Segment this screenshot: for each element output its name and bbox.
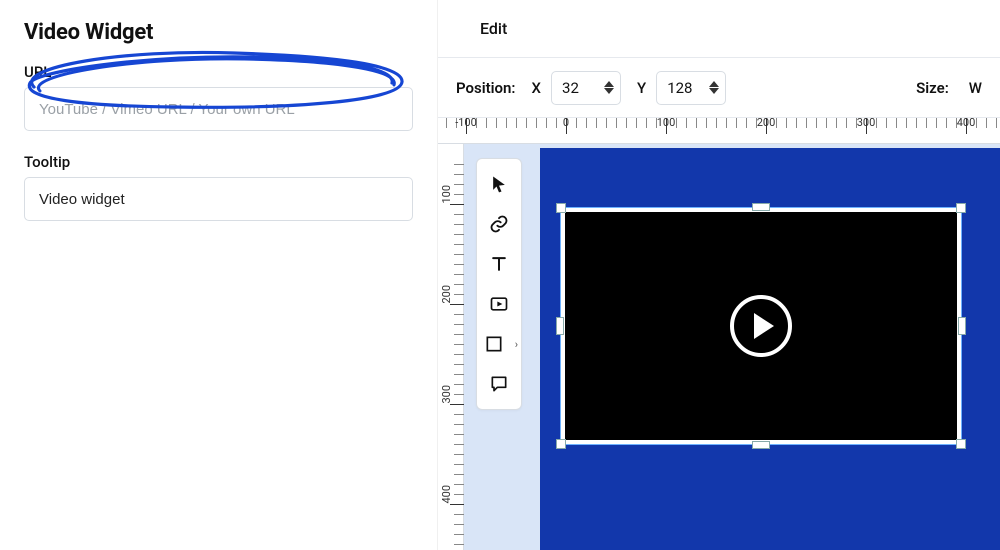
cursor-icon [489,174,509,194]
canvas[interactable]: -1000100200300400 100200300400 [438,118,1000,550]
resize-handle-bm[interactable] [752,441,770,449]
properties-bar: Position: X 32 Y 128 Size: W [438,58,1000,118]
ruler-horizontal: -1000100200300400 [438,118,1000,144]
w-axis-label: W [969,79,982,97]
x-value: 32 [562,79,579,97]
x-axis-label: X [532,79,541,97]
url-label: URL [24,63,413,81]
video-icon [489,294,509,314]
video-widget-panel: Video Widget URL Tooltip [0,0,438,550]
panel-title: Video Widget [24,20,413,45]
url-field-group: URL [24,63,413,131]
url-input[interactable] [24,87,413,131]
toolbox: › [476,158,522,410]
y-input[interactable]: 128 [656,71,726,105]
resize-handle-br[interactable] [956,439,966,449]
size-label: Size: [916,79,949,97]
resize-handle-tr[interactable] [956,203,966,213]
link-icon [489,214,509,234]
play-triangle-icon [754,313,774,339]
tool-link[interactable] [482,205,516,243]
tool-video[interactable] [482,285,516,323]
play-icon[interactable] [730,295,792,357]
x-input[interactable]: 32 [551,71,621,105]
tooltip-label: Tooltip [24,153,413,171]
ruler-vertical: 100200300400 [438,144,464,550]
comment-icon [489,374,509,394]
editor: Edit Position: X 32 Y 128 Size: [438,0,1000,550]
position-label: Position: [456,79,516,97]
chevron-up-icon[interactable] [709,81,719,87]
tool-shape[interactable]: › [478,325,520,363]
resize-handle-ml[interactable] [556,317,564,335]
chevron-right-icon: › [515,338,518,351]
text-icon [489,254,509,274]
x-stepper[interactable] [604,81,614,94]
edit-bar: Edit [438,0,1000,58]
chevron-up-icon[interactable] [604,81,614,87]
tool-text[interactable] [482,245,516,283]
tool-comment[interactable] [482,365,516,403]
rectangle-icon [484,334,504,354]
y-value: 128 [667,79,692,97]
resize-handle-mr[interactable] [958,317,966,335]
video-widget[interactable] [565,212,957,440]
y-axis-label: Y [637,79,646,97]
selected-widget-bounds[interactable] [560,207,962,445]
tooltip-field-group: Tooltip [24,153,413,221]
resize-handle-tm[interactable] [752,203,770,211]
chevron-down-icon[interactable] [709,88,719,94]
tool-select[interactable] [482,165,516,203]
resize-handle-bl[interactable] [556,439,566,449]
resize-handle-tl[interactable] [556,203,566,213]
edit-title: Edit [480,19,507,38]
y-stepper[interactable] [709,81,719,94]
tooltip-input[interactable] [24,177,413,221]
chevron-down-icon[interactable] [604,88,614,94]
